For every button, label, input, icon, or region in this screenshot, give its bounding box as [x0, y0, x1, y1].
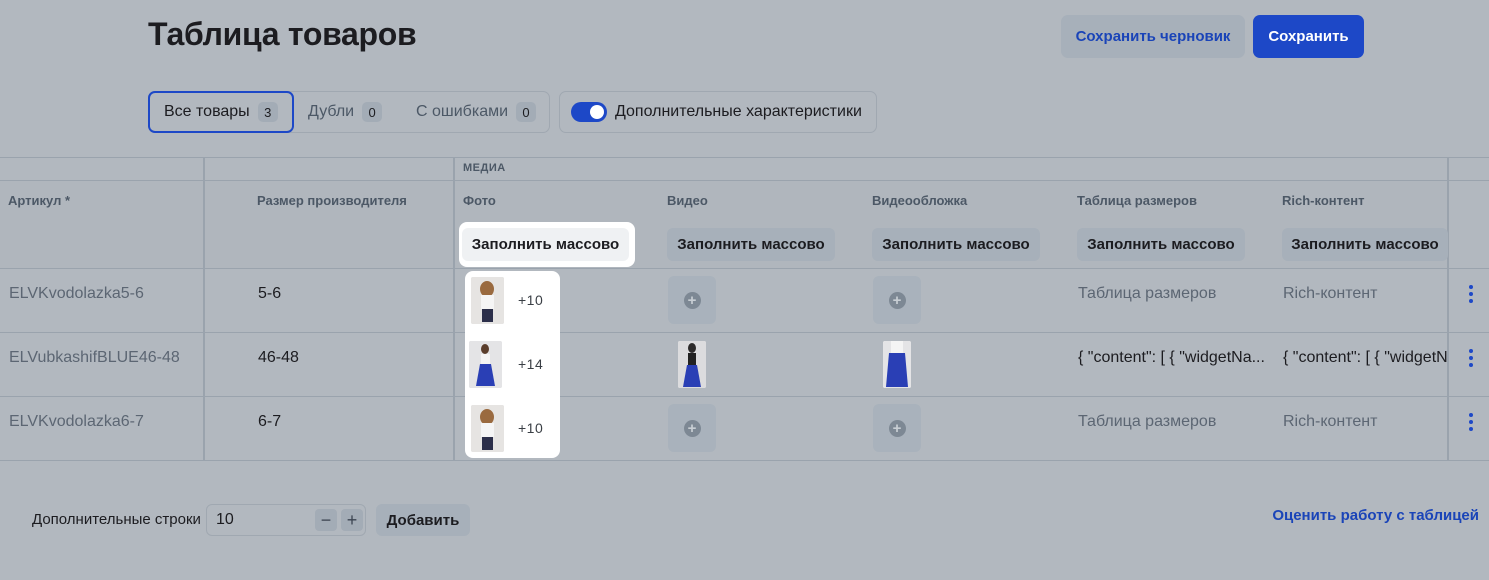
extra-rows-input[interactable]: 10 — [216, 511, 234, 529]
column-header-size-table: Таблица размеров — [1077, 193, 1197, 208]
rich-content-cell[interactable]: { "content": [ { "widgetN — [1283, 349, 1448, 367]
fill-cover-button[interactable]: Заполнить массово — [872, 228, 1040, 261]
rich-content-cell[interactable]: Rich-контент — [1283, 413, 1377, 431]
row-menu-icon[interactable] — [1469, 285, 1473, 303]
fill-photo-button[interactable]: Заполнить массово — [462, 228, 629, 261]
toggle-label: Дополнительные характеристики — [615, 103, 862, 120]
row-divider — [0, 268, 1489, 269]
row-sku[interactable]: ELVKvodolazka6-7 — [9, 413, 144, 431]
row-divider — [0, 332, 1489, 333]
toggle-switch[interactable] — [571, 102, 607, 122]
column-divider — [1447, 157, 1449, 461]
product-photo[interactable] — [469, 341, 502, 388]
column-header-size: Размер производителя — [257, 193, 407, 208]
column-header-video-cover: Видеообложка — [872, 193, 968, 208]
add-video-button[interactable]: + — [668, 404, 716, 452]
media-group-label: МЕДИА — [463, 162, 506, 174]
rich-content-cell[interactable]: Rich-контент — [1283, 285, 1377, 303]
plus-icon: + — [683, 291, 701, 309]
extra-rows-label: Дополнительные строки — [32, 511, 201, 528]
row-divider — [0, 396, 1489, 397]
plus-icon: + — [888, 419, 906, 437]
column-divider — [453, 157, 455, 461]
column-header-rich-content: Rich-контент — [1282, 193, 1365, 208]
fill-size-table-button[interactable]: Заполнить массово — [1077, 228, 1245, 261]
add-video-button[interactable]: + — [668, 276, 716, 324]
extra-rows-stepper[interactable]: 10 − + — [206, 504, 366, 536]
row-menu-icon[interactable] — [1469, 349, 1473, 367]
row-sku[interactable]: ELVubkashifBLUE46-48 — [9, 349, 180, 367]
save-draft-button[interactable]: Сохранить черновик — [1061, 15, 1245, 58]
size-table-cell[interactable]: Таблица размеров — [1078, 285, 1216, 303]
size-table-cell[interactable]: Таблица размеров — [1078, 413, 1216, 431]
add-cover-button[interactable]: + — [873, 276, 921, 324]
page-title: Таблица товаров — [148, 16, 417, 52]
save-button[interactable]: Сохранить — [1253, 15, 1364, 58]
table-top-border — [0, 157, 1489, 158]
size-table-cell[interactable]: { "content": [ { "widgetNa... — [1078, 349, 1265, 367]
fill-rich-button[interactable]: Заполнить массово — [1282, 228, 1448, 261]
row-size[interactable]: 6-7 — [258, 413, 281, 431]
product-photo[interactable] — [471, 405, 504, 452]
column-header-photo: Фото — [463, 193, 496, 208]
more-photos-count[interactable]: +10 — [518, 420, 543, 436]
column-header-video: Видео — [667, 193, 708, 208]
minus-icon[interactable]: − — [315, 509, 337, 531]
video-thumbnail[interactable] — [678, 341, 706, 388]
table-header-divider — [0, 180, 1489, 181]
row-sku[interactable]: ELVKvodolazka5-6 — [9, 285, 144, 303]
more-photos-count[interactable]: +14 — [518, 356, 543, 372]
count-badge: 0 — [362, 102, 383, 122]
column-divider — [203, 157, 205, 461]
video-cover-thumbnail[interactable] — [883, 341, 911, 388]
add-rows-button[interactable]: Добавить — [376, 504, 470, 536]
tab-errors[interactable]: С ошибками 0 — [416, 91, 537, 133]
tab-duplicates[interactable]: Дубли 0 — [308, 91, 383, 133]
fill-video-button[interactable]: Заполнить массово — [667, 228, 835, 261]
tab-label: Дубли — [308, 103, 355, 120]
column-header-sku: Артикул * — [8, 193, 71, 208]
add-cover-button[interactable]: + — [873, 404, 921, 452]
plus-icon[interactable]: + — [341, 509, 363, 531]
plus-icon: + — [683, 419, 701, 437]
row-size[interactable]: 5-6 — [258, 285, 281, 303]
row-size[interactable]: 46-48 — [258, 349, 299, 367]
tab-all-products[interactable]: Все товары 3 — [148, 91, 294, 133]
rate-table-link[interactable]: Оценить работу с таблицей — [1272, 507, 1479, 524]
row-menu-icon[interactable] — [1469, 413, 1473, 431]
more-photos-count[interactable]: +10 — [518, 292, 543, 308]
row-divider — [0, 460, 1489, 461]
fill-photo-highlight: Заполнить массово — [459, 222, 635, 267]
product-photo[interactable] — [471, 277, 504, 324]
tab-label: Все товары — [164, 103, 250, 120]
count-badge: 3 — [257, 102, 278, 122]
extra-characteristics-toggle[interactable]: Дополнительные характеристики — [559, 91, 877, 133]
count-badge: 0 — [516, 102, 537, 122]
tab-label: С ошибками — [416, 103, 509, 120]
plus-icon: + — [888, 291, 906, 309]
